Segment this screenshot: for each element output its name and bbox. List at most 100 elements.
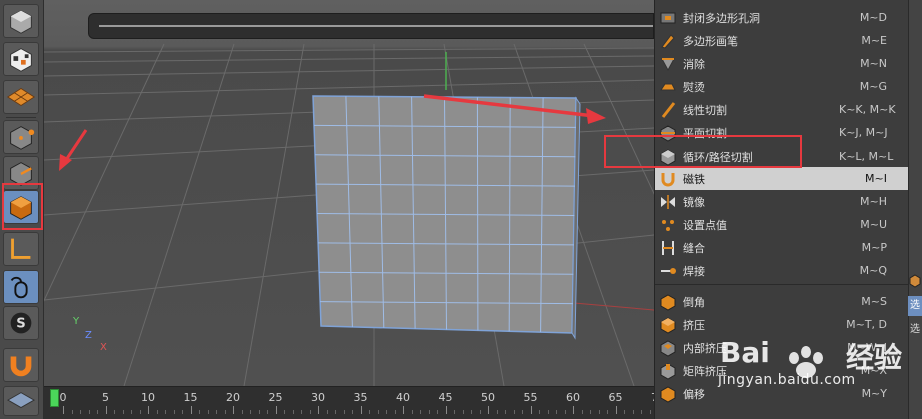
timeline-minor-tick bbox=[581, 410, 583, 414]
tweak-mode-button[interactable] bbox=[3, 270, 39, 304]
points-cube-icon bbox=[10, 126, 35, 150]
right-panel-tab-active[interactable]: 选 bbox=[908, 296, 922, 316]
menu-item-line-cut[interactable]: 线性切割 K~K, M~K bbox=[655, 98, 909, 121]
menu-item-mirror[interactable]: 镜像 M~H bbox=[655, 190, 909, 213]
timeline-minor-tick bbox=[224, 410, 226, 414]
menu-item-iron[interactable]: 熨烫 M~G bbox=[655, 75, 909, 98]
timeline-minor-tick bbox=[267, 410, 268, 414]
timeline-tick-label: 15 bbox=[183, 391, 198, 404]
menu-item-extrude[interactable]: 挤压 M~T, D bbox=[655, 313, 909, 336]
annotation-box-tool bbox=[2, 183, 43, 230]
timeline-minor-tick bbox=[131, 410, 132, 414]
timeline-minor-tick bbox=[284, 410, 285, 414]
menu-item-label: 镜像 bbox=[683, 195, 705, 209]
menu-item-shortcut: M~N bbox=[860, 57, 887, 70]
checker-cube-icon bbox=[10, 48, 32, 72]
timeline-minor-tick bbox=[649, 410, 651, 414]
timeline-minor-tick bbox=[454, 410, 455, 414]
timeline-minor-tick bbox=[505, 410, 506, 414]
timeline-tick-label: 60 bbox=[566, 391, 580, 404]
watermark-brand: Bai bbox=[720, 336, 770, 369]
timeline-minor-tick bbox=[411, 410, 413, 414]
workplane-mode-button[interactable] bbox=[3, 80, 39, 114]
timeline-minor-tick bbox=[624, 410, 625, 414]
timeline-tick bbox=[615, 406, 617, 414]
annotation-box-menu-item bbox=[604, 135, 802, 168]
menu-item-set-point-value[interactable]: 设置点值 M~U bbox=[655, 213, 909, 236]
axis-l-icon bbox=[11, 238, 31, 259]
menu-item-shortcut: K~J, M~J bbox=[839, 126, 888, 139]
timeline-tick-label: 25 bbox=[268, 391, 283, 404]
timeline-minor-tick bbox=[462, 410, 464, 414]
model-mode-button[interactable] bbox=[3, 4, 39, 38]
timeline-minor-tick bbox=[173, 410, 175, 414]
menu-item-shortcut: M~P bbox=[861, 241, 887, 254]
timeline-tick bbox=[573, 406, 574, 414]
cube-mesh[interactable] bbox=[312, 95, 581, 340]
timeline-minor-tick bbox=[182, 410, 183, 414]
timeline-minor-tick bbox=[114, 410, 115, 414]
grid-tool-button[interactable] bbox=[3, 386, 39, 416]
close-polygon-hole-icon bbox=[659, 9, 677, 27]
timeline-minor-tick bbox=[156, 410, 158, 414]
menu-item-stitch[interactable]: 缝合 M~P bbox=[655, 236, 909, 259]
weld-icon bbox=[659, 262, 677, 280]
timeline-minor-tick bbox=[258, 410, 260, 414]
timeline-minor-tick bbox=[564, 410, 566, 414]
right-side-panel bbox=[908, 0, 922, 419]
viewport-header-bar[interactable] bbox=[88, 13, 654, 39]
menu-item-bevel[interactable]: 倒角 M~S bbox=[655, 290, 909, 313]
menu-item-label: 消除 bbox=[683, 57, 705, 71]
arrow-head-right bbox=[586, 108, 606, 124]
texture-mode-button[interactable] bbox=[3, 42, 39, 76]
menu-item-shortcut: M~Q bbox=[859, 264, 887, 277]
line-cut-icon bbox=[659, 101, 677, 119]
menu-item-label: 倒角 bbox=[683, 295, 705, 309]
gizmo-y-label: Y bbox=[73, 316, 80, 327]
timeline-tick-label: 0 bbox=[59, 391, 67, 404]
grid-icon bbox=[6, 392, 36, 409]
3d-viewport[interactable] bbox=[44, 0, 654, 386]
timeline-minor-tick bbox=[71, 410, 73, 414]
timeline-playhead[interactable] bbox=[50, 389, 59, 407]
timeline-tick bbox=[318, 406, 319, 414]
timeline-tick bbox=[105, 406, 107, 414]
polygon-pen-icon bbox=[659, 32, 677, 50]
timeline-tick bbox=[148, 406, 149, 414]
timeline-tick bbox=[530, 406, 532, 414]
points-mode-button[interactable] bbox=[3, 120, 39, 154]
menu-item-polygon-pen[interactable]: 多边形画笔 M~E bbox=[655, 29, 909, 52]
timeline-tick bbox=[190, 406, 192, 414]
model-cube-icon bbox=[10, 10, 32, 34]
menu-item-close-polygon-hole[interactable]: 封闭多边形孔洞 M~D bbox=[655, 6, 909, 29]
snap-button[interactable]: S bbox=[3, 306, 39, 340]
timeline-ruler[interactable]: 0510152025303540455055606570 bbox=[44, 386, 665, 419]
viewport-scene bbox=[44, 43, 654, 386]
magnet-icon bbox=[10, 356, 32, 377]
timeline-minor-tick bbox=[522, 410, 523, 414]
timeline-minor-tick bbox=[216, 410, 217, 414]
right-panel-tab[interactable]: 选 bbox=[908, 320, 922, 340]
timeline-minor-tick bbox=[88, 410, 90, 414]
menu-item-shortcut: K~K, M~K bbox=[839, 103, 896, 116]
axis-mode-button[interactable] bbox=[3, 232, 39, 266]
menu-item-weld[interactable]: 焊接 M~Q bbox=[655, 259, 909, 282]
timeline-minor-tick bbox=[632, 410, 634, 414]
menu-item-magnet[interactable]: 磁铁 M~I bbox=[655, 167, 909, 190]
timeline-minor-tick bbox=[547, 410, 549, 414]
timeline-tick bbox=[403, 406, 404, 414]
timeline-minor-tick bbox=[241, 410, 243, 414]
timeline-tick-label: 5 bbox=[102, 391, 109, 404]
timeline-minor-tick bbox=[309, 410, 311, 414]
extrude-icon bbox=[659, 316, 677, 334]
magnet-tool-button[interactable] bbox=[3, 348, 39, 382]
timeline-minor-tick bbox=[471, 410, 472, 414]
object-cube-icon bbox=[909, 274, 921, 288]
menu-item-dissolve[interactable]: 消除 M~N bbox=[655, 52, 909, 75]
timeline-tick bbox=[233, 406, 234, 414]
timeline-minor-tick bbox=[394, 410, 396, 414]
tool-separator bbox=[6, 117, 36, 118]
set-point-value-icon bbox=[659, 216, 677, 234]
timeline-minor-tick bbox=[369, 410, 370, 414]
menu-item-shortcut: M~U bbox=[860, 218, 887, 231]
